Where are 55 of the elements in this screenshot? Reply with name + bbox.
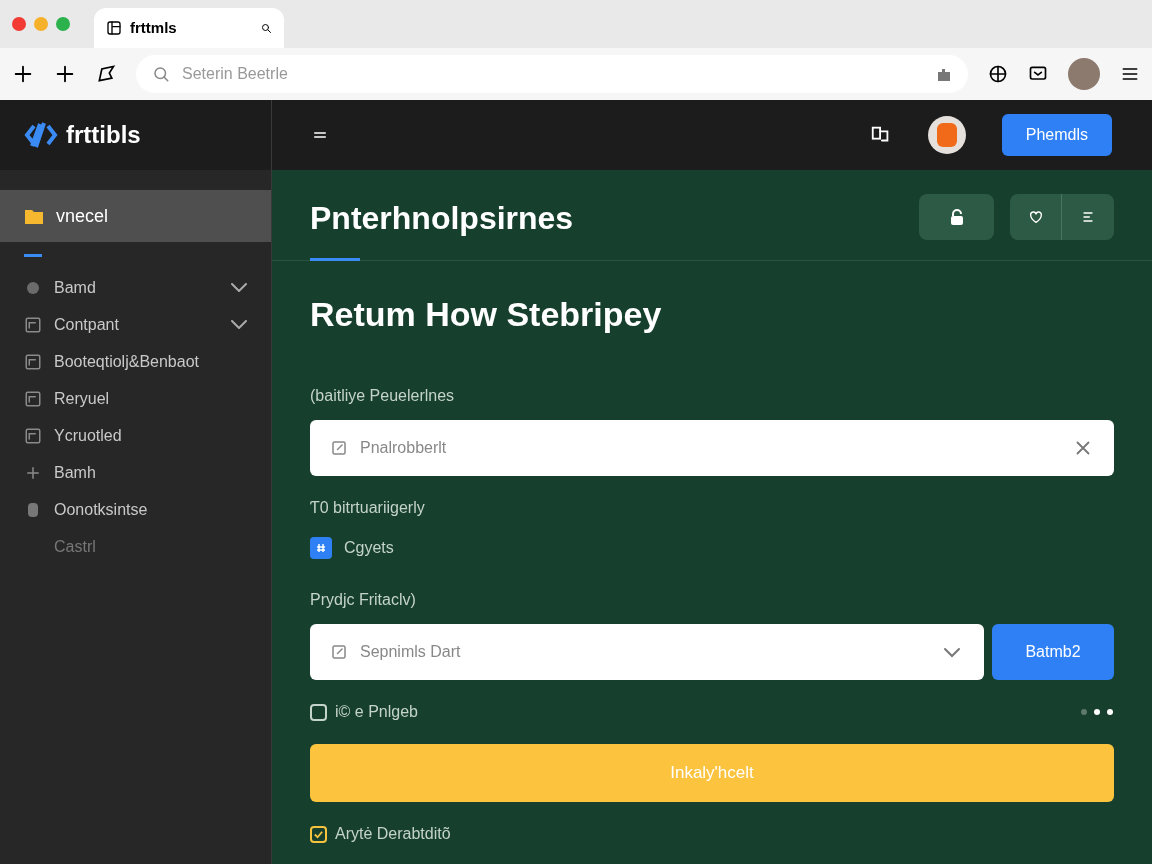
text-field[interactable]: Pnalrobberlt bbox=[310, 420, 1114, 476]
check-icon bbox=[313, 828, 324, 840]
sidebar-item[interactable]: Booteqtiolj&Benbaot bbox=[0, 343, 271, 380]
search-icon bbox=[152, 65, 170, 83]
puzzle-icon bbox=[936, 66, 952, 82]
block-icon bbox=[28, 502, 38, 517]
text-input[interactable]: Pnalrobberlt bbox=[360, 436, 1060, 460]
lock-button[interactable] bbox=[919, 194, 994, 240]
title-underline bbox=[310, 258, 360, 261]
tag-label: Cgyets bbox=[344, 538, 394, 558]
checkbox[interactable] bbox=[310, 703, 327, 721]
sidebar-item[interactable]: Reryuel bbox=[0, 380, 271, 417]
select-field[interactable]: Sepnimls Dart bbox=[310, 624, 984, 680]
search-icon bbox=[260, 22, 272, 34]
sidebar-item[interactable]: Contpant bbox=[0, 306, 271, 343]
close-window-icon[interactable] bbox=[12, 17, 26, 31]
select-label: Prydjc Fritaclv) bbox=[310, 590, 417, 610]
checkbox-label: Arytė Derabtditõ bbox=[335, 824, 451, 844]
plus-icon bbox=[12, 63, 34, 85]
page-title: Pnterhnolpsirnes bbox=[310, 199, 575, 238]
app-logo-text: frttibls bbox=[66, 120, 141, 150]
header-button[interactable]: Phemdls bbox=[1001, 114, 1112, 156]
heart-icon bbox=[1027, 209, 1044, 225]
logo-icon bbox=[24, 120, 58, 150]
sidebar-item[interactable]: Ycruotled bbox=[0, 417, 271, 454]
plus-icon bbox=[54, 63, 76, 85]
browser-tab[interactable]: frttmls bbox=[94, 8, 284, 48]
select-input[interactable]: Sepnimls Dart bbox=[360, 640, 928, 664]
frame-icon bbox=[24, 352, 42, 371]
avatar[interactable] bbox=[927, 116, 966, 154]
sidebar-item[interactable]: Oonotksintse bbox=[0, 491, 271, 528]
sidebar-item[interactable]: Bamh bbox=[0, 454, 271, 491]
checkbox[interactable] bbox=[310, 825, 327, 843]
hash-icon bbox=[310, 537, 332, 559]
section-label: Ƭ0 bitrtuariigerly bbox=[310, 498, 426, 518]
edit-icon bbox=[330, 439, 348, 457]
frame-icon bbox=[24, 389, 42, 408]
section-heading: Retum How Stebripey bbox=[310, 294, 663, 335]
address-field[interactable]: Seterin Beetrle bbox=[136, 55, 968, 93]
select-button[interactable]: Batmb2 bbox=[992, 624, 1114, 680]
tab-title: frttmls bbox=[130, 17, 178, 38]
edit-icon bbox=[330, 643, 348, 661]
page-icon bbox=[106, 20, 122, 36]
checkbox-label: i© e Pnlgeb bbox=[335, 702, 418, 722]
sidebar-item[interactable]: vnecel bbox=[0, 190, 271, 242]
frame-icon bbox=[24, 315, 42, 334]
field-label: (baitliye Peuelerlnes bbox=[310, 386, 456, 406]
active-indicator bbox=[24, 254, 42, 257]
folder-icon bbox=[24, 207, 44, 225]
maximize-window-icon[interactable] bbox=[56, 17, 70, 31]
flag-icon bbox=[96, 64, 116, 84]
globe-icon bbox=[988, 64, 1008, 84]
pagination-dots-icon bbox=[1080, 708, 1114, 716]
sidebar-item[interactable]: Bamd bbox=[0, 269, 271, 306]
frame-icon bbox=[24, 426, 42, 445]
